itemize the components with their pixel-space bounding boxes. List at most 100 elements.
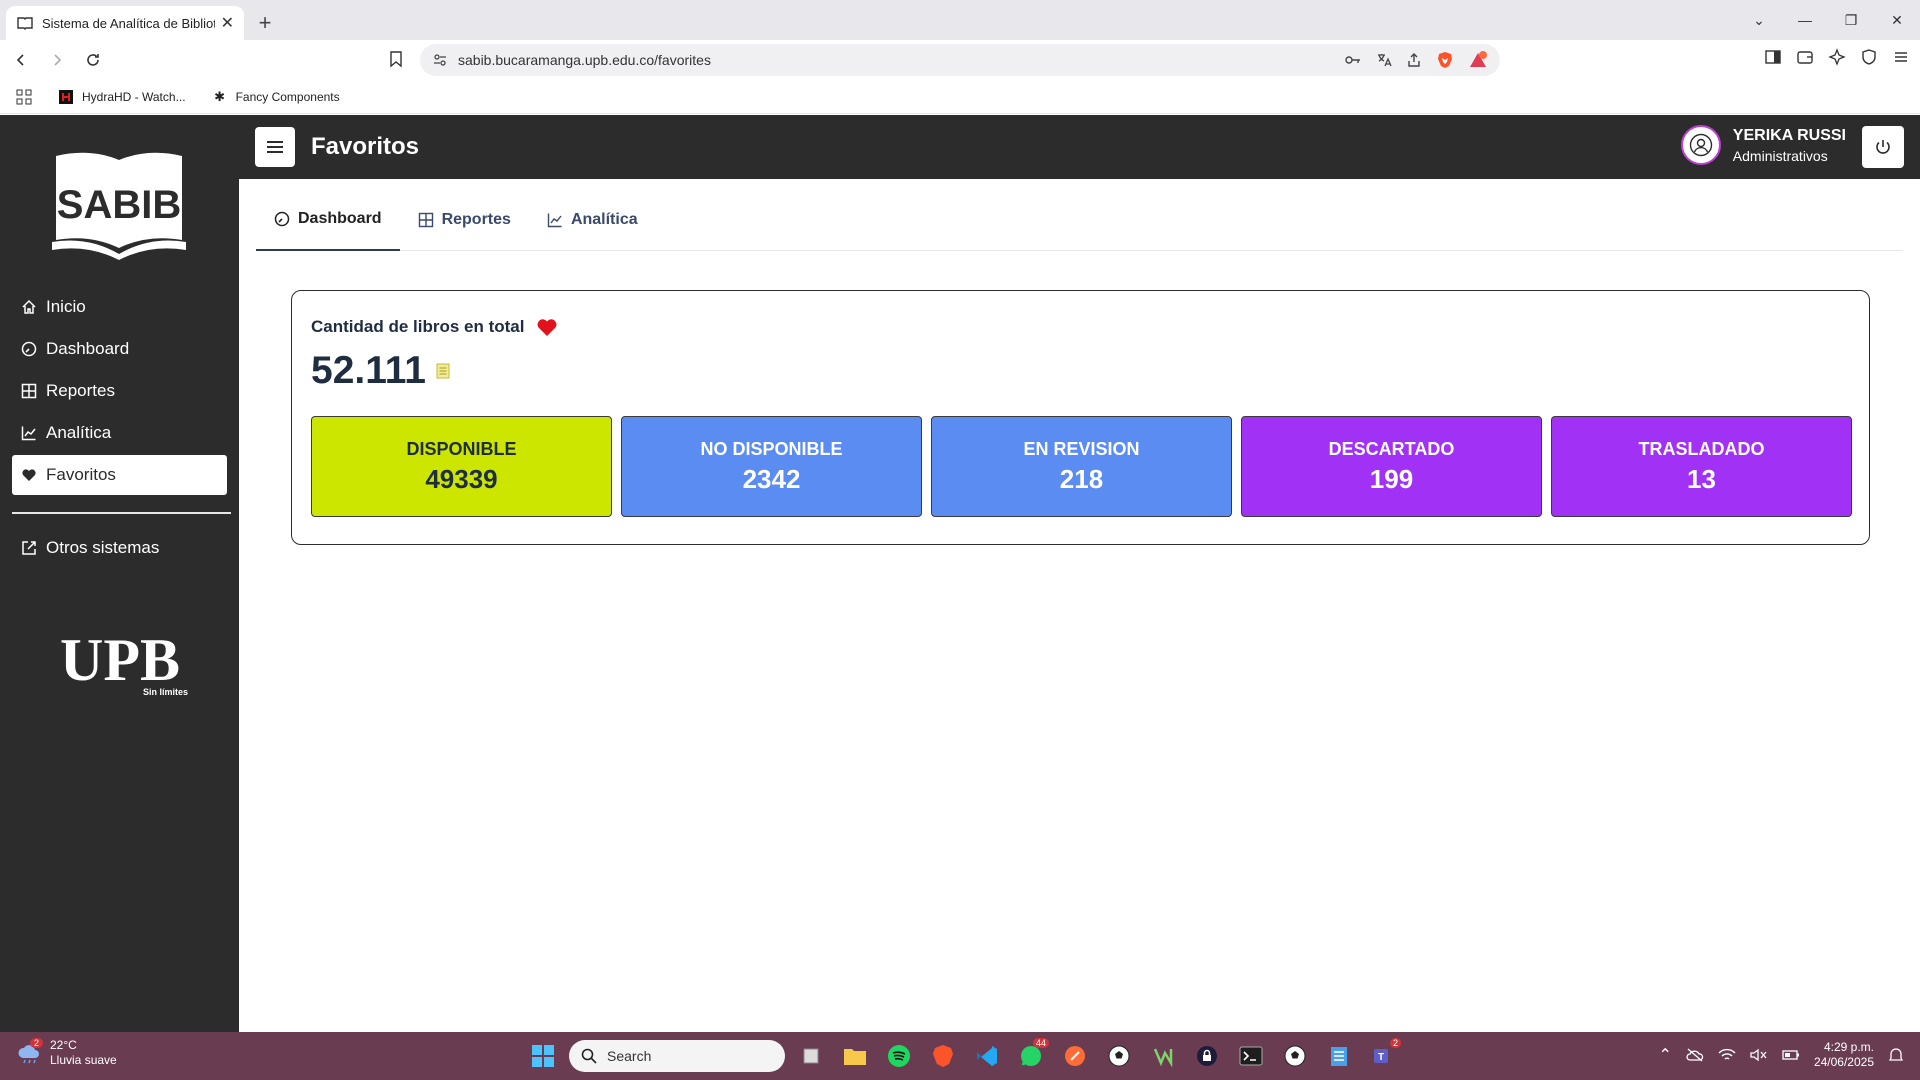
status-box-disponible[interactable]: DISPONIBLE 49339 — [311, 416, 612, 517]
sidebar-item-otros-sistemas[interactable]: Otros sistemas — [12, 528, 227, 568]
task-view-icon — [803, 1048, 819, 1064]
reload-button[interactable] — [78, 45, 108, 75]
content-tabs: Dashboard Reportes Analítica — [256, 189, 1903, 251]
app-header: Favoritos YERIKA RUSSI Administrativos — [239, 115, 1920, 179]
back-button[interactable] — [6, 45, 36, 75]
vpn-shield-icon[interactable] — [1860, 48, 1878, 66]
soccer-app-button[interactable] — [1101, 1038, 1137, 1074]
logout-button[interactable] — [1862, 126, 1904, 168]
sidebar-item-favoritos[interactable]: Favoritos — [12, 455, 227, 495]
wifi-icon[interactable] — [1718, 1048, 1736, 1062]
external-link-icon — [20, 539, 38, 557]
tab-list-icon[interactable]: ⌄ — [1736, 0, 1782, 40]
reload-icon — [87, 54, 99, 66]
sidebar-item-dashboard[interactable]: Dashboard — [12, 329, 227, 369]
vpn-button[interactable] — [1189, 1038, 1225, 1074]
user-profile[interactable]: YERIKA RUSSI Administrativos — [1680, 125, 1846, 165]
terminal-button[interactable] — [1233, 1038, 1269, 1074]
forward-icon — [54, 54, 62, 66]
status-box-trasladado[interactable]: TRASLADADO 13 — [1551, 416, 1852, 517]
menu-toggle-button[interactable] — [255, 127, 295, 167]
notepad-icon — [1331, 1047, 1347, 1066]
sidebar-toggle-icon[interactable] — [1764, 48, 1782, 66]
browser-tab[interactable]: Sistema de Analítica de Bibliotec ✕ — [6, 6, 244, 40]
sidebar-item-label: Inicio — [46, 297, 86, 316]
postman-button[interactable] — [1057, 1038, 1093, 1074]
brave-button[interactable] — [925, 1038, 961, 1074]
tab-analitica[interactable]: Analítica — [529, 189, 656, 251]
brave-shield-icon[interactable] — [1436, 51, 1454, 69]
sidebar-other: Otros sistemas — [12, 528, 227, 570]
status-box-no-disponible[interactable]: NO DISPONIBLE 2342 — [621, 416, 922, 517]
weather-temp: 22°C — [50, 1038, 77, 1052]
user-role: Administrativos — [1732, 147, 1828, 164]
status-box-en-revision[interactable]: EN REVISION 218 — [931, 416, 1232, 517]
favorite-heart-icon[interactable] — [536, 317, 558, 337]
notification-icon[interactable] — [1888, 1047, 1904, 1063]
weather-widget[interactable]: 2 22°C Lluvia suave — [16, 1038, 117, 1068]
home-icon — [20, 298, 38, 316]
volume-muted-icon[interactable] — [1750, 1048, 1768, 1062]
main-content: Dashboard Reportes Analítica Cantidad de… — [239, 179, 1920, 1032]
status-box-descartado[interactable]: DESCARTADO 199 — [1241, 416, 1542, 517]
upb-logo: UPB Sin límites — [48, 630, 192, 700]
file-explorer-button[interactable] — [837, 1038, 873, 1074]
bookmark-label: HydraHD - Watch... — [82, 89, 186, 104]
onedrive-icon[interactable] — [1686, 1048, 1704, 1062]
new-tab-button[interactable]: + — [248, 6, 282, 40]
browser-tab-title: Sistema de Analítica de Bibliotec — [42, 15, 215, 31]
document-icon[interactable] — [436, 363, 450, 379]
task-view-button[interactable] — [793, 1038, 829, 1074]
bookmark-fancy-components[interactable]: ✱ Fancy Components — [212, 89, 340, 105]
minimize-icon[interactable]: — — [1782, 0, 1828, 40]
status-value: 49339 — [425, 463, 498, 494]
page-title: Favoritos — [311, 133, 420, 160]
search-placeholder: Search — [607, 1048, 652, 1064]
chevron-up-icon[interactable]: ⌃ — [1659, 1045, 1672, 1065]
share-icon[interactable] — [1406, 52, 1422, 68]
translate-icon[interactable] — [1376, 52, 1392, 68]
key-icon[interactable] — [1344, 53, 1362, 67]
wallet-icon[interactable] — [1796, 48, 1814, 66]
sidebar-item-reportes[interactable]: Reportes — [12, 371, 227, 411]
soccer-ball-icon — [1284, 1045, 1306, 1067]
taskbar-search[interactable]: Search — [569, 1040, 785, 1072]
leo-ai-icon[interactable] — [1828, 48, 1846, 66]
close-tab-icon[interactable]: ✕ — [221, 13, 234, 33]
soccer-app-2-button[interactable] — [1277, 1038, 1313, 1074]
restore-icon[interactable]: ❐ — [1828, 0, 1874, 40]
sidebar: SABIB Inicio Dashboard Reportes Analític… — [0, 115, 239, 1032]
sidebar-item-label: Otros sistemas — [46, 538, 160, 557]
sidebar-item-analitica[interactable]: Analítica — [12, 413, 227, 453]
bookmark-label: Fancy Components — [235, 89, 340, 104]
tab-reportes[interactable]: Reportes — [400, 189, 529, 251]
sabib-logo[interactable]: SABIB — [50, 150, 188, 262]
sidebar-item-inicio[interactable]: Inicio — [12, 287, 227, 327]
forward-button[interactable] — [42, 45, 72, 75]
brave-rewards-icon[interactable] — [1468, 51, 1488, 69]
teams-button[interactable]: T 2 — [1365, 1038, 1401, 1074]
user-icon — [1689, 133, 1712, 157]
bookmark-page-icon[interactable] — [388, 50, 404, 68]
clock[interactable]: 4:29 p.m. 24/06/2025 — [1814, 1040, 1874, 1070]
notepad-button[interactable] — [1321, 1038, 1357, 1074]
lock-icon — [1197, 1046, 1217, 1066]
weather-desc: Lluvia suave — [50, 1053, 117, 1067]
tab-dashboard[interactable]: Dashboard — [256, 189, 400, 251]
back-icon — [16, 54, 24, 66]
spotify-icon — [888, 1045, 910, 1067]
start-button[interactable] — [525, 1038, 561, 1074]
apps-grid-icon[interactable] — [16, 89, 32, 105]
browser-menu-icon[interactable] — [1892, 48, 1910, 66]
visual-studio-button[interactable] — [1145, 1038, 1181, 1074]
site-settings-icon[interactable] — [432, 52, 448, 68]
whatsapp-button[interactable]: 44 — [1013, 1038, 1049, 1074]
battery-icon[interactable] — [1782, 1048, 1800, 1062]
vscode-button[interactable] — [969, 1038, 1005, 1074]
taskbar-apps: Search 44 T 2 — [525, 1038, 1401, 1074]
close-window-icon[interactable]: ✕ — [1874, 0, 1920, 40]
spotify-button[interactable] — [881, 1038, 917, 1074]
bookmark-hydrahd[interactable]: HydraHD - Watch... — [58, 89, 186, 105]
sidebar-item-label: Favoritos — [46, 465, 116, 484]
address-bar[interactable]: sabib.bucaramanga.upb.edu.co/favorites — [420, 44, 1500, 76]
